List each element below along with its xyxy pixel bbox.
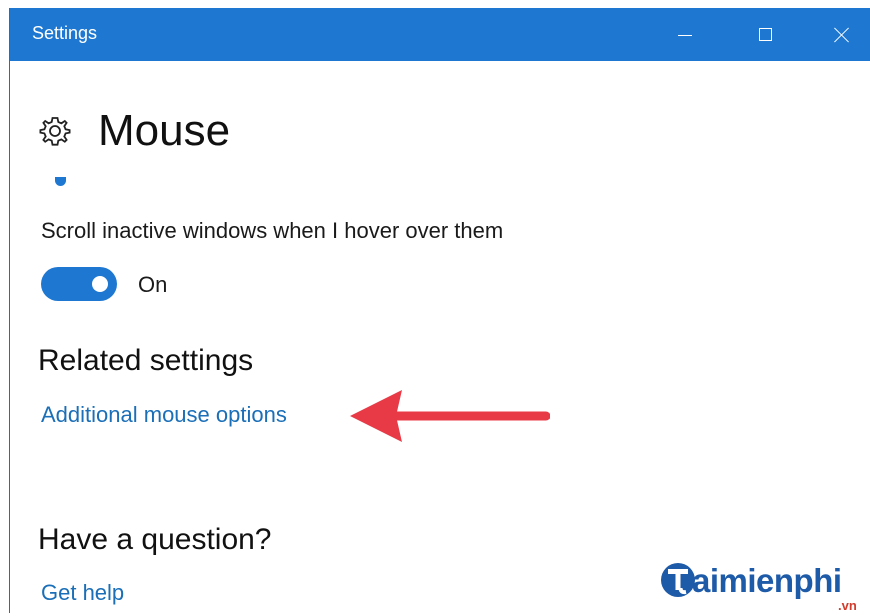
scroll-inactive-label: Scroll inactive windows when I hover ove… [41, 218, 504, 243]
gear-icon [39, 117, 71, 146]
page-title: Mouse [98, 106, 231, 155]
close-button[interactable] [812, 8, 870, 61]
toggle-state-label: On [138, 272, 168, 297]
close-icon [833, 26, 851, 44]
additional-mouse-options-link[interactable]: Additional mouse options [41, 402, 287, 428]
maximize-button[interactable] [735, 8, 795, 61]
have-a-question-heading: Have a question? [38, 523, 272, 556]
watermark-logo: aimienphi .vn [658, 556, 870, 616]
related-settings-heading: Related settings [38, 344, 254, 377]
scroll-inactive-toggle[interactable] [41, 267, 117, 301]
settings-window: Settings Mouse Scroll inactive windows w… [9, 8, 870, 613]
scroll-indicator [55, 177, 66, 186]
maximize-icon [758, 28, 772, 41]
minimize-button[interactable] [655, 8, 715, 61]
toggle-knob [92, 276, 108, 292]
red-arrow-icon [350, 390, 550, 442]
watermark-text: aimienphi [692, 562, 842, 599]
get-help-link[interactable]: Get help [41, 580, 124, 606]
window-title: Settings [32, 23, 98, 43]
title-bar[interactable]: Settings [10, 8, 870, 61]
watermark-suffix: .vn [838, 598, 857, 613]
minimize-icon [678, 35, 692, 36]
